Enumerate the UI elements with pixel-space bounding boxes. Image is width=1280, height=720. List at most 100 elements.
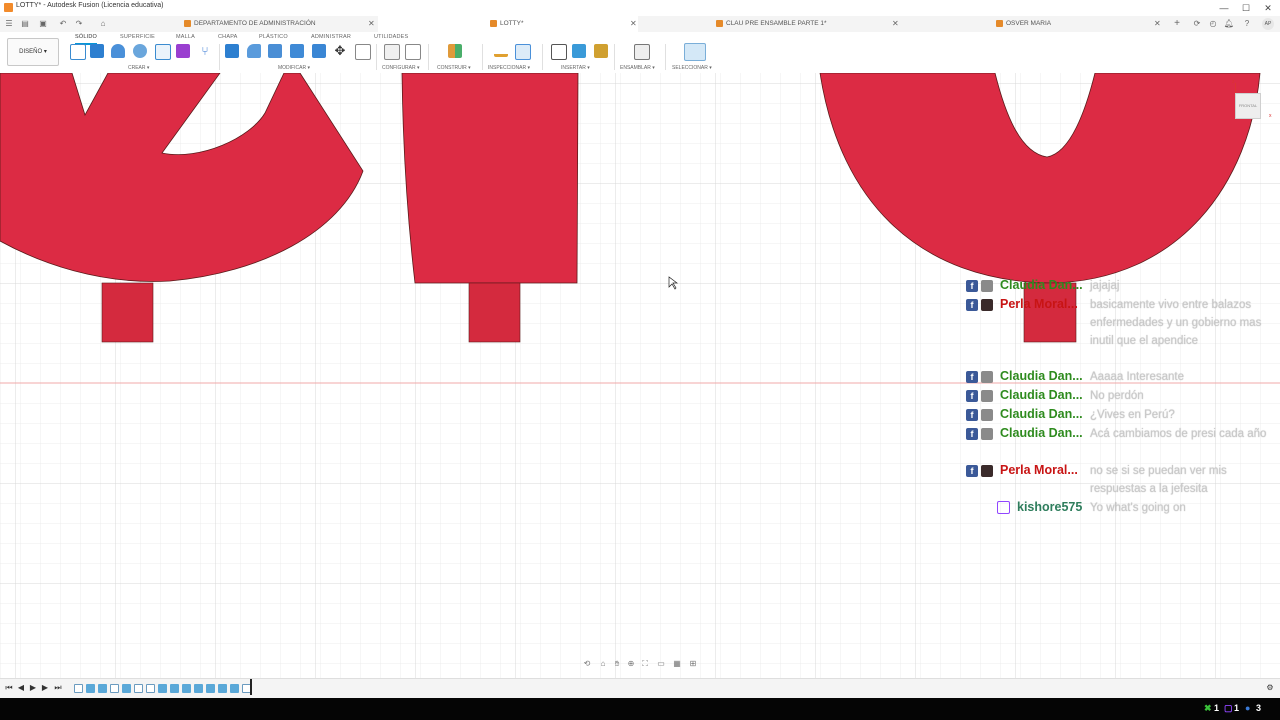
create-sketch-icon[interactable]: [70, 44, 86, 60]
hole-icon[interactable]: [133, 44, 147, 58]
red-letter-middle-shape[interactable]: [401, 73, 579, 284]
group-configurar[interactable]: CONFIGURAR ▾: [382, 65, 420, 71]
fillet-icon[interactable]: [247, 44, 261, 58]
ribbon-tab-administrar[interactable]: ADMINISTRAR: [311, 34, 351, 40]
group-ensamblar[interactable]: ENSAMBLAR ▾: [620, 65, 655, 71]
notifications-icon[interactable]: 🔔︎: [1222, 19, 1236, 29]
tab-close-icon[interactable]: ✕: [1154, 19, 1161, 28]
timeline-marker[interactable]: [250, 679, 252, 695]
timeline-feature-item[interactable]: [98, 684, 107, 693]
file-menu-icon[interactable]: ▤: [18, 19, 32, 29]
maximize-button[interactable]: ☐: [1238, 1, 1254, 15]
workspace-switcher-button[interactable]: DISEÑO ▾: [7, 38, 59, 66]
home-icon[interactable]: ⌂: [96, 19, 110, 29]
look-at-icon[interactable]: ⌂: [598, 659, 608, 669]
timeline-feature-item[interactable]: [194, 684, 203, 693]
timeline-feature-item[interactable]: [122, 684, 131, 693]
timeline-play-icon[interactable]: ▶: [28, 683, 38, 693]
display-settings-icon[interactable]: ▭: [656, 659, 666, 669]
timeline-last-icon[interactable]: ⏭︎: [53, 683, 63, 693]
tab-close-icon[interactable]: ✕: [892, 19, 899, 28]
timeline-sketch-item[interactable]: [74, 684, 83, 693]
new-component-icon[interactable]: [634, 44, 650, 60]
orbit-icon[interactable]: ⟲: [582, 659, 592, 669]
ribbon-tab-chapa[interactable]: CHAPA: [218, 34, 238, 40]
revolve-icon[interactable]: [111, 44, 125, 58]
pattern-icon[interactable]: [155, 44, 171, 60]
grid-settings-icon[interactable]: ▦: [672, 659, 682, 669]
timeline-sketch-item[interactable]: [134, 684, 143, 693]
tab-clau-pre-ensamble[interactable]: CLAU PRE ENSAMBLE PARTE 1* ✕: [640, 16, 902, 32]
insert-derive-icon[interactable]: [551, 44, 567, 60]
press-pull-icon[interactable]: [225, 44, 239, 58]
timeline-feature-item[interactable]: [86, 684, 95, 693]
group-inspeccionar[interactable]: INSPECCIONAR ▾: [488, 65, 530, 71]
red-block-middle[interactable]: [468, 282, 521, 343]
configure-table-icon[interactable]: [405, 44, 421, 60]
data-panel-icon[interactable]: ☰: [2, 19, 16, 29]
ribbon-tab-plastico[interactable]: PLÁSTICO: [259, 34, 288, 40]
tab-departamento[interactable]: DEPARTAMENTO DE ADMINISTRACIÓN ✕: [180, 16, 376, 32]
timeline-sketch-item[interactable]: [146, 684, 155, 693]
create-form-icon[interactable]: [176, 44, 190, 58]
insert-canvas-icon[interactable]: [572, 44, 586, 58]
offset-plane-icon[interactable]: [448, 44, 462, 58]
new-tab-icon[interactable]: +: [1170, 19, 1184, 29]
shell-icon[interactable]: [290, 44, 304, 58]
select-icon[interactable]: [684, 43, 706, 61]
group-insertar[interactable]: INSERTAR ▾: [561, 65, 590, 71]
timeline-feature-item[interactable]: [218, 684, 227, 693]
insert-mesh-icon[interactable]: [594, 44, 608, 58]
section-analysis-icon[interactable]: [515, 44, 531, 60]
minimize-button[interactable]: —: [1216, 1, 1232, 15]
navigation-bar: ⟲ ⌂ ✋︎ ⊕ ⛶ ▭ ▦ ⊞: [578, 657, 702, 671]
ribbon-tab-malla[interactable]: MALLA: [176, 34, 195, 40]
parameters-icon[interactable]: [384, 44, 400, 60]
pan-icon[interactable]: ✋︎: [612, 659, 622, 669]
tab-lotty[interactable]: LOTTY* ✕: [378, 16, 638, 32]
extrude-icon[interactable]: [90, 44, 104, 58]
split-icon[interactable]: ⑂: [198, 44, 212, 58]
timeline-settings-icon[interactable]: ⚙: [1265, 683, 1275, 693]
undo-icon[interactable]: ↶: [56, 19, 70, 29]
timeline-feature-item[interactable]: [230, 684, 239, 693]
tab-close-icon[interactable]: ✕: [368, 19, 375, 28]
move-icon[interactable]: ✥: [333, 44, 347, 58]
timeline-feature-item[interactable]: [206, 684, 215, 693]
timeline-feature-item[interactable]: [170, 684, 179, 693]
zoom-icon[interactable]: ⊕: [626, 659, 636, 669]
design-doc-icon: [996, 20, 1003, 27]
help-icon[interactable]: ?: [1240, 19, 1254, 29]
fit-icon[interactable]: ⛶: [640, 659, 650, 669]
view-cube-face-frontal[interactable]: FRONTAL: [1235, 93, 1261, 119]
red-block-left[interactable]: [101, 282, 154, 343]
timeline-sketch-item[interactable]: [110, 684, 119, 693]
ribbon-tab-superficie[interactable]: SUPERFICIE: [120, 34, 155, 40]
timeline-first-icon[interactable]: ⏮︎: [4, 683, 14, 693]
chamfer-icon[interactable]: [268, 44, 282, 58]
timeline-feature-item[interactable]: [158, 684, 167, 693]
ribbon-divider: [614, 44, 615, 70]
ribbon-tab-utilidades[interactable]: UTILIDADES: [374, 34, 408, 40]
tab-osver-maria[interactable]: OSVER MARIA ✕: [904, 16, 1164, 32]
close-button[interactable]: ✕: [1260, 1, 1276, 15]
redo-icon[interactable]: ↷: [72, 19, 86, 29]
group-crear[interactable]: CREAR ▾: [128, 65, 149, 71]
timeline-next-icon[interactable]: ▶: [40, 683, 50, 693]
tab-close-icon[interactable]: ✕: [630, 19, 637, 28]
ribbon-tab-solido[interactable]: SÓLIDO: [75, 34, 97, 45]
view-cube[interactable]: FRONTAL z x: [1232, 79, 1272, 119]
group-construir[interactable]: CONSTRUIR ▾: [437, 65, 471, 71]
align-icon[interactable]: [355, 44, 371, 60]
timeline-feature-item[interactable]: [182, 684, 191, 693]
user-avatar[interactable]: AP: [1262, 18, 1274, 30]
combine-icon[interactable]: [312, 44, 326, 58]
sync-icon[interactable]: ⟳: [1190, 19, 1204, 29]
group-modificar[interactable]: MODIFICAR ▾: [278, 65, 310, 71]
group-seleccionar[interactable]: SELECCIONAR ▾: [672, 65, 712, 71]
viewports-icon[interactable]: ⊞: [688, 659, 698, 669]
measure-icon[interactable]: [494, 44, 508, 57]
timeline-previous-icon[interactable]: ◀: [16, 683, 26, 693]
save-icon[interactable]: ▣: [36, 19, 50, 29]
extensions-icon[interactable]: ◴: [1206, 19, 1220, 29]
